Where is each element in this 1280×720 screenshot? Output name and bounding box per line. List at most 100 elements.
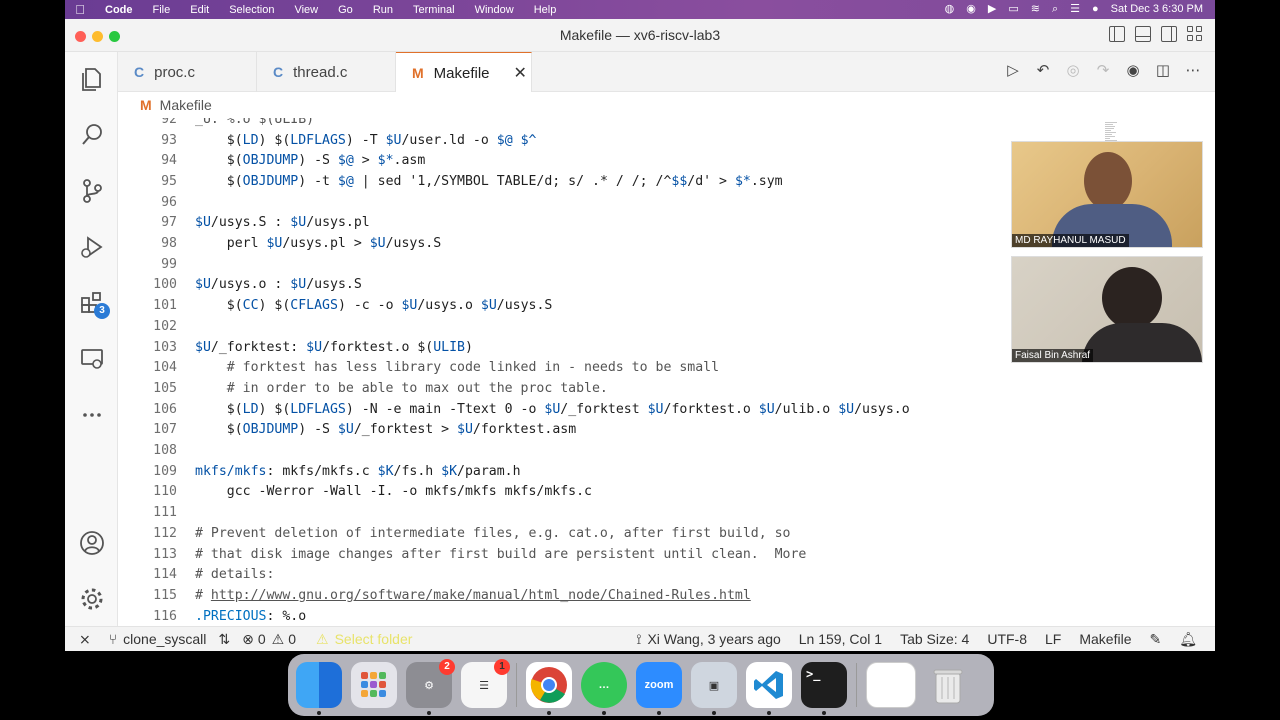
- code-line[interactable]: 102: [118, 316, 1158, 337]
- accounts-icon[interactable]: [77, 528, 106, 557]
- run-debug-icon[interactable]: [77, 232, 106, 261]
- code-line[interactable]: 103 $U/_forktest: $U/forktest.o $(ULIB): [118, 337, 1158, 358]
- code-line[interactable]: 104 # forktest has less library code lin…: [118, 357, 1158, 378]
- encoding[interactable]: UTF-8: [987, 631, 1027, 647]
- extensions-icon[interactable]: 3: [77, 288, 110, 319]
- code-line[interactable]: 109 mkfs/mkfs: mkfs/mkfs.c $K/fs.h $K/par…: [118, 461, 1158, 482]
- spotlight-icon[interactable]: ⌕: [1052, 0, 1058, 19]
- go-forward-icon[interactable]: ↷: [1095, 62, 1111, 80]
- toggle-secondary-sidebar-icon[interactable]: [1161, 26, 1177, 42]
- code-line[interactable]: 107 $(OBJDUMP) -S $U/_forktest > $U/fork…: [118, 420, 1158, 441]
- menu-go[interactable]: Go: [328, 4, 363, 16]
- activity-bar: 3: [65, 52, 118, 626]
- code-line[interactable]: 99: [118, 254, 1158, 275]
- whatsapp-icon[interactable]: …: [581, 662, 627, 715]
- notifications-bell-icon[interactable]: 🔔︎: [1179, 631, 1197, 648]
- explorer-icon[interactable]: [77, 64, 106, 93]
- menu-view[interactable]: View: [284, 4, 328, 16]
- branch-indicator[interactable]: ⑂ clone_syscall: [109, 631, 207, 647]
- apple-menu-icon[interactable]: : [65, 2, 95, 17]
- toggle-panel-icon[interactable]: [1135, 26, 1151, 42]
- wifi-icon[interactable]: ≋: [1031, 0, 1040, 19]
- code-line[interactable]: 110 gcc -Werror -Wall -I. -o mkfs/mkfs m…: [118, 482, 1158, 503]
- code-line[interactable]: 106 $(LD) $(LDFLAGS) -N -e main -Ttext 0…: [118, 399, 1158, 420]
- code-line[interactable]: 108: [118, 440, 1158, 461]
- menu-code[interactable]: Code: [95, 4, 143, 16]
- preview-icon[interactable]: ▣: [691, 662, 737, 715]
- vscode-icon[interactable]: [746, 662, 792, 715]
- terminal-icon[interactable]: >_: [801, 662, 847, 715]
- code-line[interactable]: 116 .PRECIOUS: %.o: [118, 606, 1158, 626]
- code-line[interactable]: 98 perl $U/usys.pl > $U/usys.S: [118, 233, 1158, 254]
- menu-file[interactable]: File: [143, 4, 181, 16]
- feedback-icon[interactable]: ✎: [1149, 631, 1161, 648]
- tab-makefile[interactable]: M Makefile ✕: [396, 52, 532, 93]
- tab-size[interactable]: Tab Size: 4: [900, 631, 969, 647]
- more-actions-icon[interactable]: ⋯: [1185, 62, 1201, 80]
- code-line[interactable]: 100 $U/usys.o : $U/usys.S: [118, 275, 1158, 296]
- menu-edit[interactable]: Edit: [180, 4, 219, 16]
- code-line[interactable]: 93 $(LD) $(LDFLAGS) -T $U/user.ld -o $@ …: [118, 130, 1158, 151]
- source-control-icon[interactable]: [77, 176, 106, 205]
- play-status-icon[interactable]: ▶: [988, 0, 996, 19]
- menu-run[interactable]: Run: [363, 4, 403, 16]
- menu-window[interactable]: Window: [465, 4, 524, 16]
- participant-video-1[interactable]: MD RAYHANUL MASUD: [1011, 141, 1203, 248]
- participant-video-2[interactable]: Faisal Bin Ashraf: [1011, 256, 1203, 363]
- tab-thread-c[interactable]: C thread.c: [257, 52, 396, 92]
- error-icon: ⊗: [242, 630, 254, 647]
- reminders-icon[interactable]: ☰ 1: [461, 659, 510, 708]
- launchpad-icon[interactable]: [351, 662, 397, 708]
- code-line[interactable]: 101 $(CC) $(CFLAGS) -c -o $U/usys.o $U/u…: [118, 295, 1158, 316]
- code-line[interactable]: 115 # http://www.gnu.org/software/make/ma…: [118, 585, 1158, 606]
- menu-help[interactable]: Help: [524, 4, 567, 16]
- recent-document-icon[interactable]: [866, 662, 916, 708]
- cursor-position[interactable]: Ln 159, Col 1: [799, 631, 882, 647]
- go-back-icon[interactable]: ↶: [1035, 62, 1051, 80]
- customize-layout-icon[interactable]: [1187, 26, 1203, 42]
- code-line[interactable]: 95 $(OBJDUMP) -t $@ | sed '1,/SYMBOL TAB…: [118, 171, 1158, 192]
- git-blame[interactable]: ⟟ Xi Wang, 3 years ago: [636, 631, 781, 648]
- code-line[interactable]: 92 _U: %.o $(ULIB): [118, 118, 1158, 130]
- system-settings-icon[interactable]: ⚙ 2: [406, 659, 455, 715]
- chrome-icon[interactable]: [526, 662, 572, 715]
- menubar-clock[interactable]: Sat Dec 3 6:30 PM: [1111, 0, 1203, 19]
- zoom-status-icon[interactable]: ◉: [966, 0, 976, 19]
- code-line[interactable]: 96: [118, 192, 1158, 213]
- language-mode[interactable]: Makefile: [1079, 631, 1131, 647]
- globe-icon[interactable]: ◍: [945, 0, 955, 19]
- remote-indicator-icon[interactable]: ⨯: [79, 631, 91, 648]
- remote-explorer-icon[interactable]: [77, 344, 106, 373]
- trash-icon[interactable]: [925, 662, 971, 708]
- gitlens-icon[interactable]: ◉: [1125, 62, 1141, 80]
- battery-icon[interactable]: ▭: [1008, 0, 1018, 19]
- warning-count: 0: [288, 631, 297, 647]
- close-tab-icon[interactable]: ✕: [514, 63, 527, 83]
- run-icon[interactable]: ▷: [1005, 62, 1021, 80]
- code-line[interactable]: 113 # that disk image changes after first…: [118, 544, 1158, 565]
- tab-proc-c[interactable]: C proc.c: [118, 52, 257, 92]
- code-line[interactable]: 114 # details:: [118, 564, 1158, 585]
- breadcrumb-file[interactable]: Makefile: [160, 97, 212, 113]
- split-editor-icon[interactable]: ◫: [1155, 62, 1171, 80]
- toggle-primary-sidebar-icon[interactable]: [1109, 26, 1125, 42]
- zoom-app-icon[interactable]: zoom: [636, 662, 682, 715]
- problems-indicator[interactable]: ⊗ 0 ⚠ 0: [242, 631, 296, 648]
- finder-icon[interactable]: [296, 662, 342, 715]
- select-folder[interactable]: ⚠ Select folder: [316, 631, 412, 648]
- more-icon[interactable]: [77, 400, 106, 429]
- code-line[interactable]: 97 $U/usys.S : $U/usys.pl: [118, 213, 1158, 234]
- control-center-icon[interactable]: ☰: [1070, 0, 1080, 19]
- timeline-icon[interactable]: ◎: [1065, 62, 1081, 80]
- search-icon[interactable]: [77, 120, 106, 149]
- code-line[interactable]: 112 # Prevent deletion of intermediate fi…: [118, 523, 1158, 544]
- end-of-line[interactable]: LF: [1045, 631, 1061, 647]
- code-line[interactable]: 111: [118, 502, 1158, 523]
- menu-terminal[interactable]: Terminal: [403, 4, 465, 16]
- siri-icon[interactable]: ●: [1092, 0, 1099, 19]
- manage-gear-icon[interactable]: [77, 584, 106, 613]
- code-line[interactable]: 94 $(OBJDUMP) -S $@ > $*.asm: [118, 150, 1158, 171]
- code-line[interactable]: 105 # in order to be able to max out the…: [118, 378, 1158, 399]
- sync-icon[interactable]: ⇅: [218, 631, 230, 648]
- menu-selection[interactable]: Selection: [219, 4, 284, 16]
